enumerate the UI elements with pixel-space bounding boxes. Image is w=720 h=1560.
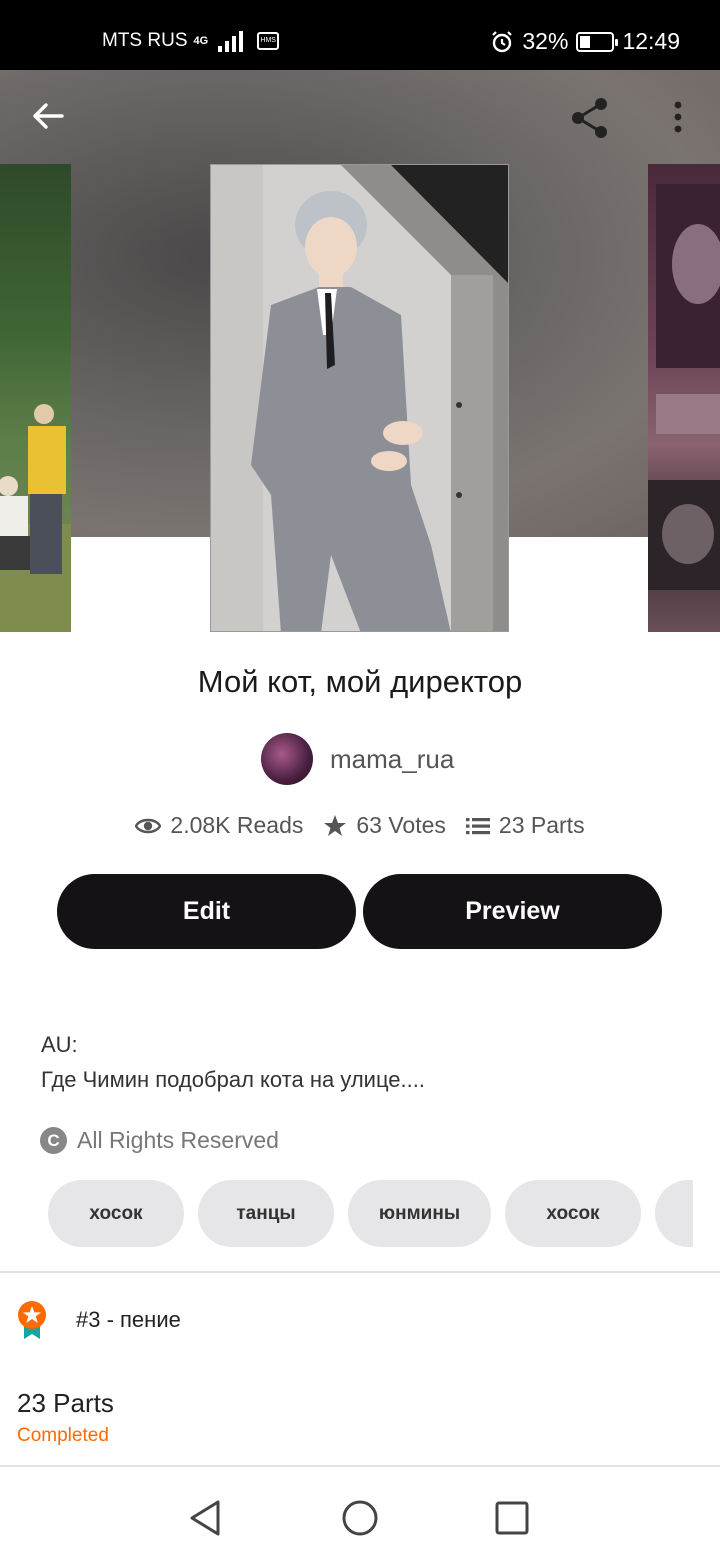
- copyright-icon: C: [40, 1127, 67, 1154]
- story-cover[interactable]: [210, 164, 509, 632]
- copyright-label: All Rights Reserved: [77, 1127, 279, 1153]
- status-right: 32% 12:49: [490, 28, 680, 55]
- status-bar: MTS RUS 4G HMS 32% 12:49: [0, 0, 720, 70]
- battery-fill: [580, 35, 591, 48]
- tag-chip[interactable]: хосок: [48, 1180, 184, 1247]
- ranking-row[interactable]: #3 - пение: [16, 1300, 181, 1340]
- edit-button[interactable]: Edit: [57, 874, 356, 949]
- story-description: AU: Где Чимин подобрал кота на улице....: [41, 1027, 425, 1097]
- cover-illustration: [211, 165, 508, 631]
- battery-icon: [576, 31, 619, 52]
- story-stats: 2.08K Reads 63 Votes 23 Parts: [0, 812, 720, 839]
- ranking-label: #3 - пение: [76, 1307, 181, 1332]
- tag-list: хосок танцы юнмины хосок: [48, 1180, 693, 1248]
- story-title: Мой кот, мой директор: [197, 664, 523, 699]
- landscape-illustration: [0, 404, 71, 632]
- copyright-row: C All Rights Reserved: [40, 1127, 279, 1154]
- back-arrow-icon[interactable]: [28, 96, 68, 136]
- eye-icon: [135, 818, 162, 833]
- votes-count: 63 Votes: [356, 812, 446, 838]
- parts-heading[interactable]: 23 Parts: [17, 1388, 114, 1419]
- previous-cover[interactable]: [0, 164, 71, 632]
- author-row[interactable]: mama_rua: [261, 733, 454, 785]
- more-options-icon[interactable]: [664, 96, 692, 140]
- description-line: AU:: [41, 1032, 78, 1057]
- reads-count: 2.08K Reads: [170, 812, 304, 838]
- clock: 12:49: [622, 28, 680, 54]
- reads-stat: 2.08K Reads: [135, 812, 303, 839]
- signal-icon: [218, 30, 244, 52]
- preview-button[interactable]: Preview: [363, 874, 662, 949]
- nav-home-icon[interactable]: [340, 1498, 380, 1538]
- status-left: MTS RUS 4G HMS: [102, 30, 280, 52]
- carrier-label: MTS RUS: [102, 30, 188, 51]
- next-cover[interactable]: [648, 164, 720, 632]
- bottom-divider: [0, 1465, 720, 1467]
- parts-count: 23 Parts: [498, 812, 585, 838]
- list-icon: [465, 817, 490, 834]
- description-line: Где Чимин подобрал кота на улице....: [41, 1067, 425, 1092]
- section-divider: [0, 1271, 720, 1273]
- parts-stat: 23 Parts: [465, 812, 585, 839]
- system-nav-bar: [0, 1470, 720, 1560]
- tag-chip[interactable]: юнмины: [348, 1180, 491, 1247]
- network-label: 4G: [193, 35, 209, 47]
- tag-chip[interactable]: [655, 1180, 693, 1247]
- star-icon: [324, 814, 347, 836]
- collage-illustration: [648, 184, 720, 590]
- votes-stat: 63 Votes: [323, 812, 446, 839]
- alarm-icon: [492, 30, 513, 52]
- nav-back-icon[interactable]: [186, 1498, 226, 1538]
- share-icon[interactable]: [566, 94, 614, 142]
- tag-chip[interactable]: танцы: [198, 1180, 334, 1247]
- ranking-badge-icon: [18, 1301, 46, 1339]
- tag-chip[interactable]: хосок: [505, 1180, 641, 1247]
- author-name[interactable]: mama_rua: [330, 744, 454, 775]
- completion-status: Completed: [17, 1425, 109, 1446]
- nav-recents-icon[interactable]: [492, 1498, 532, 1538]
- top-app-bar: [0, 70, 720, 164]
- hms-icon: HMS: [257, 32, 280, 50]
- battery-percent: 32%: [522, 28, 569, 54]
- author-avatar[interactable]: [261, 733, 313, 785]
